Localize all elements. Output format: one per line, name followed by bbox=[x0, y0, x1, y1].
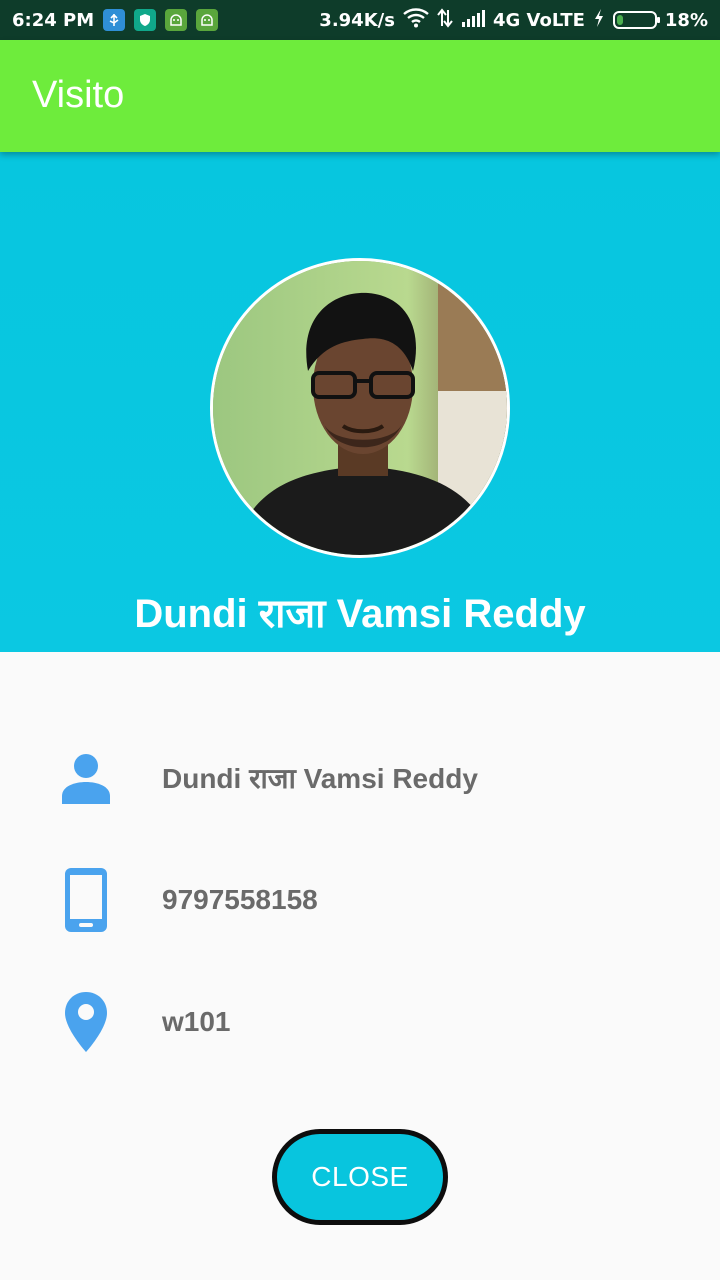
phone-icon bbox=[58, 868, 114, 932]
detail-row-name: Dundi राजा Vamsi Reddy bbox=[0, 746, 720, 810]
charging-icon bbox=[593, 8, 605, 33]
status-time: 6:24 PM bbox=[12, 9, 95, 31]
wifi-icon bbox=[403, 7, 429, 33]
network-type: 4G VoLTE bbox=[492, 9, 585, 31]
avatar-photo bbox=[213, 261, 507, 555]
profile-header: Dundi राजा Vamsi Reddy bbox=[0, 152, 720, 652]
data-arrows-icon bbox=[437, 7, 453, 33]
app-title: Visito bbox=[32, 74, 125, 116]
detail-row-location: w101 bbox=[0, 990, 720, 1054]
signal-icon bbox=[461, 9, 485, 32]
status-bar: 6:24 PM 3.94K/s 4G VoLTE 18% bbox=[0, 0, 720, 40]
network-speed: 3.94K/s bbox=[319, 9, 395, 31]
detail-location: w101 bbox=[162, 1006, 231, 1037]
app-bar: Visito bbox=[0, 40, 720, 152]
usb-icon bbox=[103, 9, 126, 31]
person-icon bbox=[58, 746, 114, 810]
profile-name: Dundi राजा Vamsi Reddy bbox=[134, 592, 586, 636]
location-pin-icon bbox=[58, 990, 114, 1054]
detail-row-phone: 9797558158 bbox=[0, 868, 720, 932]
close-button[interactable]: CLOSE bbox=[272, 1129, 448, 1225]
avatar bbox=[210, 258, 510, 558]
battery-level-fill bbox=[616, 15, 623, 25]
shield-icon bbox=[134, 9, 157, 31]
battery-icon bbox=[612, 11, 660, 29]
android-icon bbox=[196, 9, 219, 31]
battery-percent: 18% bbox=[664, 9, 708, 31]
detail-name: Dundi राजा Vamsi Reddy bbox=[162, 763, 478, 794]
android-icon bbox=[165, 9, 188, 31]
detail-phone: 9797558158 bbox=[162, 884, 318, 915]
